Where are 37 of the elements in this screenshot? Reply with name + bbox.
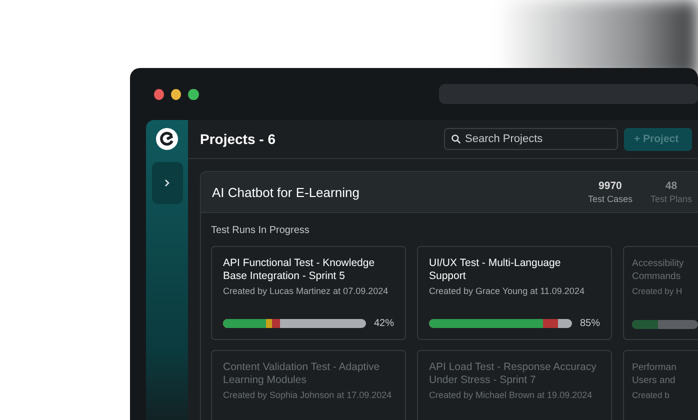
minimize-dot[interactable] [171,88,182,100]
chevron-right-icon [162,178,172,188]
test-run-card[interactable]: UI/UX Test - Multi-Language Support Created by Grace Young at 11.09.2024 85% [417,246,612,340]
search-field[interactable]: Search Projects [444,128,618,150]
stat-value: 9970 [598,180,622,192]
test-run-meta: Created by Grace Young at 11.09.2024 [429,286,586,296]
search-input[interactable]: Search Projects [465,133,595,145]
progress-percent: 85% [580,318,600,329]
logo-icon [156,128,178,150]
stat-value: 48 [665,180,678,192]
stat-label: Test Plans [650,194,692,204]
close-dot[interactable] [154,88,164,100]
progress-bar [632,320,698,329]
page-title: Projects - 6 [200,131,276,147]
test-run-card[interactable]: Performan Users and Created b [623,350,698,420]
section-title: Test Runs In Progress [211,225,310,236]
test-run-title: Content Validation Test - Adaptive Learning Modules [223,361,381,387]
test-run-title: Performan Users and [632,361,678,387]
test-run-card[interactable]: API Load Test - Response Accuracy Under Stress - Sprint 7 Created by Michael Brown at 19.09.2024 [417,350,612,420]
test-run-title: API Load Test - Response Accuracy Under Stress - Sprint 7 [429,361,598,387]
test-run-meta: Created b [632,390,670,400]
progress-percent: 42% [374,318,394,329]
maximize-dot[interactable] [188,88,199,100]
stat-label: Test Cases [588,194,632,204]
add-project-button[interactable]: + Project [624,128,692,150]
test-run-card[interactable]: Accessibility Commands Created by H [623,246,698,340]
test-run-card[interactable]: Content Validation Test - Adaptive Learning Modules Created by Sophia Johnson at 17.09.2024 [211,350,406,420]
test-run-meta: Created by Lucas Martinez at 07.09.2024 [223,286,390,296]
test-run-meta: Created by Michael Brown at 19.09.2024 [429,390,594,400]
test-run-meta: Created by H [632,286,684,296]
test-run-title: UI/UX Test - Multi-Language Support [429,257,562,283]
project-name: AI Chatbot for E-Learning [212,184,360,200]
test-run-title: API Functional Test - Knowledge Base Integration - Sprint 5 [223,257,376,283]
search-icon [451,134,461,144]
test-run-meta: Created by Sophia Johnson at 17.09.2024 [223,390,393,400]
test-run-card[interactable]: API Functional Test - Knowledge Base Integration - Sprint 5 Created by Lucas Martinez at 07.09.2024 42% [211,246,406,340]
test-run-title: Accessibility Commands [632,257,685,283]
